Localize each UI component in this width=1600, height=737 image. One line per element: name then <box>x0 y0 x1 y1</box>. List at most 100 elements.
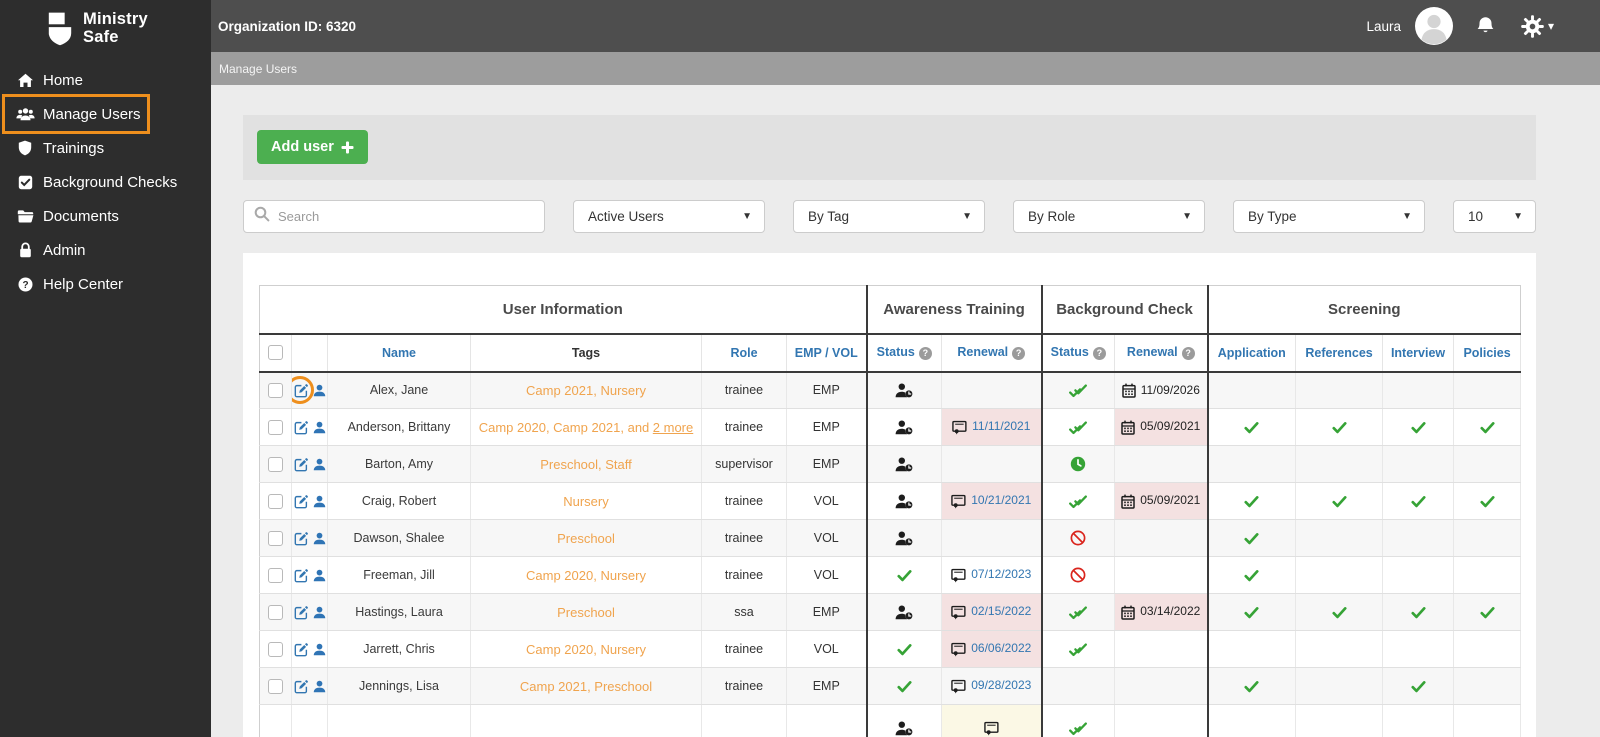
row-actions-cell <box>291 408 328 446</box>
settings-gear-icon[interactable]: ▾ <box>1521 14 1554 38</box>
add-user-button[interactable]: Add user <box>257 130 368 164</box>
emp-vol-cell: EMP <box>786 445 868 483</box>
training-renewal-date[interactable]: 10/21/2021 <box>971 493 1031 507</box>
page-size-dropdown[interactable]: 10 ▼ <box>1453 200 1536 233</box>
training-status-cell <box>865 482 943 520</box>
bgc-status-cell <box>1040 593 1116 631</box>
user-tags: Nursery <box>563 493 609 509</box>
sidebar-item-admin[interactable]: Admin <box>0 233 211 267</box>
group-header-awareness-training: Awareness Training <box>865 285 1042 335</box>
edit-icon[interactable] <box>291 375 314 404</box>
edit-icon[interactable] <box>294 494 309 509</box>
edit-icon[interactable] <box>294 457 309 472</box>
user-profile-icon[interactable] <box>313 569 326 582</box>
user-profile-icon[interactable] <box>313 421 326 434</box>
user-clock-icon <box>895 494 913 509</box>
column-header-role[interactable]: Role <box>701 333 787 373</box>
column-header-emp-vol[interactable]: EMP / VOL <box>786 333 868 373</box>
column-header-references[interactable]: References <box>1295 333 1384 373</box>
question-circle-icon: ? <box>14 277 36 292</box>
help-icon[interactable]: ? <box>1012 346 1026 360</box>
check-icon <box>1331 495 1347 508</box>
column-header-training-status[interactable]: Status? <box>865 333 943 373</box>
filter-active-users-dropdown[interactable]: Active Users ▼ <box>573 200 765 233</box>
search-input[interactable] <box>278 209 518 224</box>
column-header-interview[interactable]: Interview <box>1382 333 1455 373</box>
row-checkbox[interactable] <box>268 419 283 435</box>
help-icon[interactable]: ? <box>918 346 932 360</box>
check-icon <box>1244 421 1259 434</box>
training-renewal-date[interactable]: 11/11/2021 <box>972 419 1030 433</box>
tags-cell: Preschool <box>470 519 702 557</box>
sidebar-item-home[interactable]: Home <box>0 63 211 97</box>
notifications-bell-icon[interactable] <box>1476 16 1495 36</box>
screening-policies-cell <box>1453 408 1522 446</box>
certificate-icon <box>951 679 966 694</box>
edit-icon[interactable] <box>294 605 309 620</box>
row-checkbox[interactable] <box>268 493 283 509</box>
row-checkbox[interactable] <box>268 456 283 472</box>
user-tags: Preschool <box>557 530 615 546</box>
bgc-renewal-cell <box>1114 704 1209 737</box>
column-header-application[interactable]: Application <box>1206 333 1297 373</box>
sidebar-item-background-checks[interactable]: Background Checks <box>0 165 211 199</box>
user-profile-icon[interactable] <box>313 458 326 471</box>
name-cell: Hastings, Laura <box>327 593 471 631</box>
sidebar-item-documents[interactable]: Documents <box>0 199 211 233</box>
edit-icon[interactable] <box>294 568 309 583</box>
user-profile-icon[interactable] <box>313 495 326 508</box>
select-all-header <box>259 333 292 373</box>
row-select-cell <box>259 667 292 705</box>
tags-cell <box>470 704 702 737</box>
training-renewal-date[interactable]: 02/15/2022 <box>971 604 1031 618</box>
row-checkbox[interactable] <box>268 530 283 546</box>
name-cell: Jennings, Lisa <box>327 667 471 705</box>
row-checkbox[interactable] <box>268 382 283 398</box>
sidebar-item-manage-users[interactable]: Manage Users <box>2 94 150 134</box>
training-renewal-date[interactable]: 07/12/2023 <box>971 567 1031 581</box>
edit-icon[interactable] <box>294 531 309 546</box>
screening-references-cell <box>1295 593 1384 631</box>
row-checkbox[interactable] <box>268 641 283 657</box>
avatar[interactable] <box>1414 6 1454 46</box>
sidebar-item-trainings[interactable]: Trainings <box>0 131 211 165</box>
filter-by-tag-dropdown[interactable]: By Tag ▼ <box>793 200 985 233</box>
filter-by-role-dropdown[interactable]: By Role ▼ <box>1013 200 1205 233</box>
sidebar-item-help-center[interactable]: ? Help Center <box>0 267 211 301</box>
edit-icon[interactable] <box>294 642 309 657</box>
double-check-icon <box>1069 494 1088 509</box>
training-status-cell <box>865 593 943 631</box>
screening-application-cell <box>1206 556 1297 594</box>
column-header-name[interactable]: Name <box>327 333 471 373</box>
screening-policies-cell <box>1453 445 1522 483</box>
tags-more-link[interactable]: 2 more <box>653 420 693 435</box>
user-profile-icon[interactable] <box>313 643 326 656</box>
user-profile-icon[interactable] <box>313 606 326 619</box>
check-icon <box>1480 606 1495 619</box>
check-icon <box>1410 680 1426 693</box>
column-header-training-renewal[interactable]: Renewal? <box>941 333 1043 373</box>
training-renewal-date[interactable]: 06/06/2022 <box>971 641 1031 655</box>
row-checkbox[interactable] <box>268 604 283 620</box>
user-profile-icon[interactable] <box>313 680 326 693</box>
role-cell: trainee <box>701 556 787 594</box>
sidebar-item-label: Background Checks <box>43 173 178 191</box>
shield-icon <box>14 140 36 156</box>
help-icon[interactable]: ? <box>1092 346 1106 360</box>
column-header-policies[interactable]: Policies <box>1453 333 1522 373</box>
select-all-checkbox[interactable] <box>268 345 283 361</box>
user-profile-icon[interactable] <box>313 384 326 397</box>
training-renewal-date[interactable]: 09/28/2023 <box>971 678 1031 692</box>
row-select-cell <box>259 482 292 520</box>
help-icon[interactable]: ? <box>1181 346 1195 360</box>
edit-icon[interactable] <box>294 679 309 694</box>
row-checkbox[interactable] <box>268 678 283 694</box>
dropdown-value: By Type <box>1248 209 1297 224</box>
column-header-bgc-renewal[interactable]: Renewal? <box>1114 333 1209 373</box>
row-checkbox[interactable] <box>268 567 283 583</box>
user-profile-icon[interactable] <box>313 532 326 545</box>
filter-by-type-dropdown[interactable]: By Type ▼ <box>1233 200 1425 233</box>
certificate-icon <box>951 568 966 583</box>
column-header-bgc-status[interactable]: Status? <box>1040 333 1116 373</box>
edit-icon[interactable] <box>294 420 309 435</box>
